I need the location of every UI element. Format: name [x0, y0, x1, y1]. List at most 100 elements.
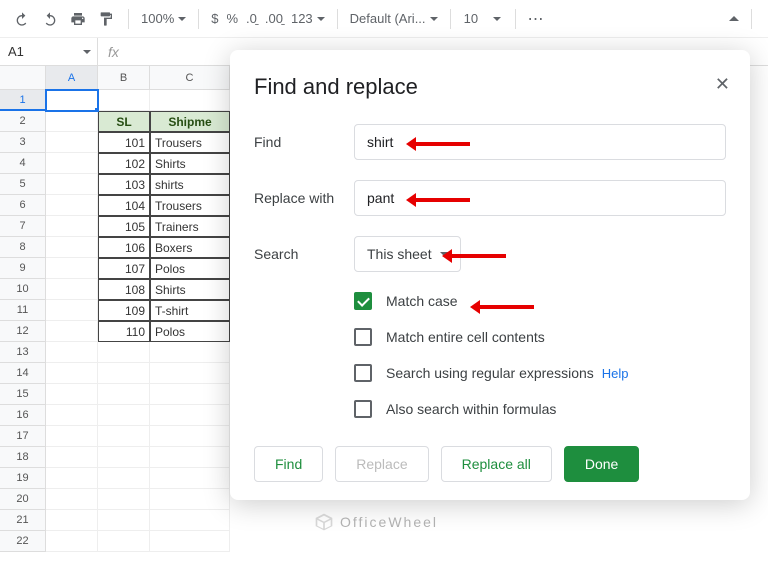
row-header[interactable]: 1: [0, 90, 46, 111]
row-header[interactable]: 15: [0, 384, 46, 405]
increase-decimal[interactable]: .00̱: [265, 11, 283, 26]
row-header[interactable]: 3: [0, 132, 46, 153]
row-header[interactable]: 10: [0, 279, 46, 300]
number-format-dropdown[interactable]: 123: [291, 11, 325, 26]
cell[interactable]: [46, 195, 98, 216]
cell[interactable]: [150, 363, 230, 384]
row-header[interactable]: 4: [0, 153, 46, 174]
row-header[interactable]: 22: [0, 531, 46, 552]
cell[interactable]: SL: [98, 111, 150, 132]
cell[interactable]: [150, 489, 230, 510]
row-header[interactable]: 6: [0, 195, 46, 216]
find-button[interactable]: Find: [254, 446, 323, 482]
cell[interactable]: [46, 237, 98, 258]
row-header[interactable]: 17: [0, 426, 46, 447]
cell[interactable]: 102: [98, 153, 150, 174]
regex-help-link[interactable]: Help: [602, 366, 629, 381]
cell[interactable]: [150, 426, 230, 447]
col-header[interactable]: B: [98, 66, 150, 90]
row-header[interactable]: 9: [0, 258, 46, 279]
cell[interactable]: 103: [98, 174, 150, 195]
cell[interactable]: 106: [98, 237, 150, 258]
font-dropdown[interactable]: Default (Ari...: [350, 11, 438, 26]
formulas-checkbox[interactable]: [354, 400, 372, 418]
cell[interactable]: [46, 279, 98, 300]
select-all-corner[interactable]: [0, 66, 46, 90]
cell[interactable]: [46, 90, 98, 111]
cell[interactable]: [98, 531, 150, 552]
row-header[interactable]: 12: [0, 321, 46, 342]
done-button[interactable]: Done: [564, 446, 639, 482]
close-icon[interactable]: ✕: [715, 74, 730, 95]
cell[interactable]: Trousers: [150, 195, 230, 216]
regex-checkbox[interactable]: [354, 364, 372, 382]
print-icon[interactable]: [68, 9, 88, 29]
cell[interactable]: [98, 510, 150, 531]
row-header[interactable]: 20: [0, 489, 46, 510]
undo-icon[interactable]: [12, 9, 32, 29]
more-toolbar-icon[interactable]: ⋯: [528, 9, 546, 29]
cell[interactable]: [98, 342, 150, 363]
cell[interactable]: 104: [98, 195, 150, 216]
cell[interactable]: [98, 90, 150, 111]
cell[interactable]: [150, 405, 230, 426]
cell[interactable]: [46, 342, 98, 363]
cell[interactable]: [46, 153, 98, 174]
row-header[interactable]: 11: [0, 300, 46, 321]
cell[interactable]: [46, 258, 98, 279]
percent-format[interactable]: %: [226, 11, 238, 26]
replace-button[interactable]: Replace: [335, 446, 428, 482]
name-box[interactable]: A1: [0, 38, 98, 65]
cell[interactable]: [46, 300, 98, 321]
cell[interactable]: [150, 90, 230, 111]
cell[interactable]: Trainers: [150, 216, 230, 237]
font-size-dropdown[interactable]: 10: [463, 11, 503, 26]
cell[interactable]: [46, 531, 98, 552]
zoom-dropdown[interactable]: 100%: [141, 11, 186, 26]
cell[interactable]: [150, 342, 230, 363]
cell[interactable]: [46, 489, 98, 510]
col-header[interactable]: C: [150, 66, 230, 90]
cell[interactable]: shirts: [150, 174, 230, 195]
cell[interactable]: [46, 111, 98, 132]
paint-format-icon[interactable]: [96, 9, 116, 29]
cell[interactable]: 105: [98, 216, 150, 237]
cell[interactable]: [98, 363, 150, 384]
cell[interactable]: T-shirt: [150, 300, 230, 321]
cell[interactable]: Shirts: [150, 279, 230, 300]
cell[interactable]: 109: [98, 300, 150, 321]
cell[interactable]: [46, 363, 98, 384]
row-header[interactable]: 18: [0, 447, 46, 468]
decrease-decimal[interactable]: .0̱: [246, 11, 257, 26]
cell[interactable]: Polos: [150, 321, 230, 342]
row-header[interactable]: 19: [0, 468, 46, 489]
cell[interactable]: [150, 468, 230, 489]
cell[interactable]: 110: [98, 321, 150, 342]
currency-format[interactable]: $: [211, 11, 218, 26]
cell[interactable]: [46, 447, 98, 468]
cell[interactable]: Shirts: [150, 153, 230, 174]
cell[interactable]: [46, 174, 98, 195]
cell[interactable]: 101: [98, 132, 150, 153]
cell[interactable]: [150, 510, 230, 531]
cell[interactable]: [98, 426, 150, 447]
cell[interactable]: [150, 447, 230, 468]
cell[interactable]: [46, 426, 98, 447]
row-header[interactable]: 14: [0, 363, 46, 384]
row-header[interactable]: 21: [0, 510, 46, 531]
cell[interactable]: 107: [98, 258, 150, 279]
cell[interactable]: Shipme: [150, 111, 230, 132]
collapse-toolbar-icon[interactable]: [729, 16, 739, 21]
cell[interactable]: [98, 405, 150, 426]
cell[interactable]: Boxers: [150, 237, 230, 258]
row-header[interactable]: 16: [0, 405, 46, 426]
cell[interactable]: [98, 384, 150, 405]
cell[interactable]: [46, 132, 98, 153]
match-case-checkbox[interactable]: [354, 292, 372, 310]
cell[interactable]: [46, 384, 98, 405]
cell[interactable]: [46, 321, 98, 342]
cell[interactable]: [46, 216, 98, 237]
cell[interactable]: [98, 468, 150, 489]
row-header[interactable]: 2: [0, 111, 46, 132]
entire-cell-checkbox[interactable]: [354, 328, 372, 346]
